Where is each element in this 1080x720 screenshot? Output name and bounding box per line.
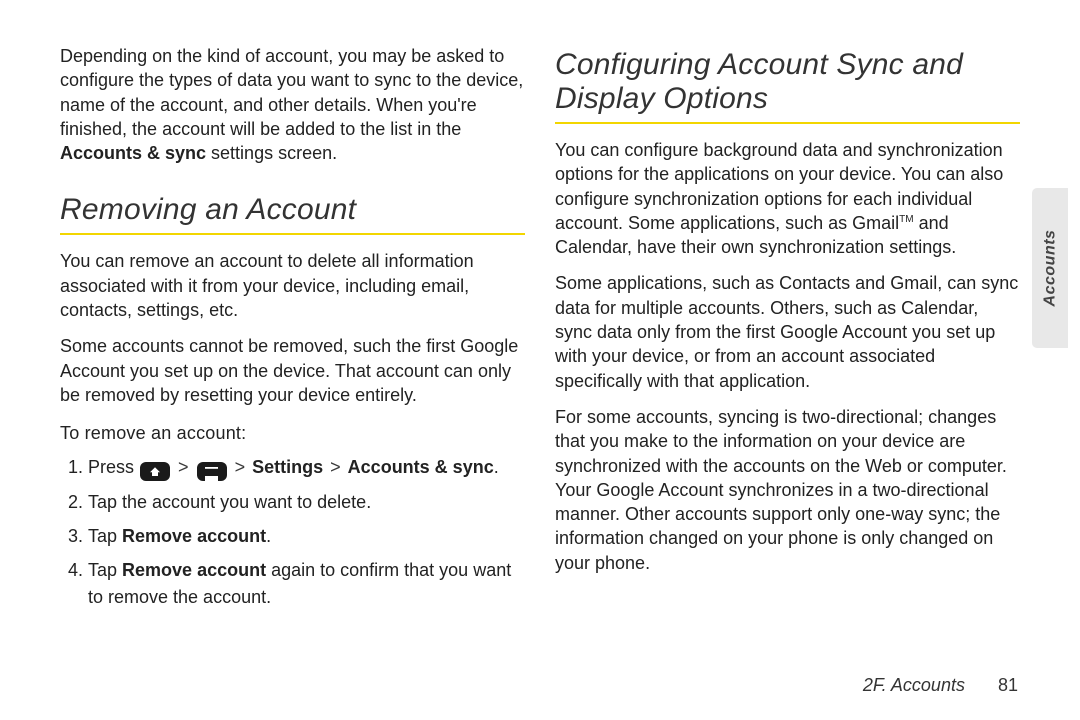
home-key-icon [140, 462, 170, 481]
step3-bold: Remove account [122, 526, 266, 546]
step-2: Tap the account you want to delete. [88, 489, 525, 515]
intro-pre: Depending on the kind of account, you ma… [60, 46, 523, 139]
left-column: Depending on the kind of account, you ma… [60, 44, 525, 618]
step4-bold: Remove account [122, 560, 266, 580]
steps-list: Press > > Settings > Accounts & sync. Ta… [66, 454, 525, 609]
trademark-icon: TM [899, 214, 913, 225]
left-p2: Some accounts cannot be removed, such th… [60, 334, 525, 407]
right-p3: For some accounts, syncing is two-direct… [555, 405, 1020, 575]
right-p2: Some applications, such as Contacts and … [555, 271, 1020, 392]
step1-settings: Settings [252, 457, 323, 477]
step1-accounts: Accounts & sync [348, 457, 494, 477]
step1-pre: Press [88, 457, 139, 477]
left-p1: You can remove an account to delete all … [60, 249, 525, 322]
step4-pre: Tap [88, 560, 122, 580]
step-3: Tap Remove account. [88, 523, 525, 549]
menu-key-icon [197, 462, 227, 481]
step1-period: . [494, 457, 499, 477]
section-side-tab: Accounts [1032, 188, 1068, 348]
manual-page: Accounts Depending on the kind of accoun… [0, 0, 1080, 720]
step3-pre: Tap [88, 526, 122, 546]
heading-rule [555, 122, 1020, 124]
page-number: 81 [998, 675, 1018, 695]
chevron-right-icon: > [178, 454, 189, 480]
heading-configuring-sync: Configuring Account Sync and Display Opt… [555, 48, 1020, 116]
right-column: Configuring Account Sync and Display Opt… [555, 44, 1020, 618]
page-footer: 2F. Accounts 81 [863, 675, 1018, 696]
right-p1: You can configure background data and sy… [555, 138, 1020, 259]
subhead-to-remove: To remove an account: [60, 423, 525, 444]
step3-post: . [266, 526, 271, 546]
two-column-layout: Depending on the kind of account, you ma… [60, 44, 1020, 618]
step-1: Press > > Settings > Accounts & sync. [88, 454, 525, 481]
intro-paragraph: Depending on the kind of account, you ma… [60, 44, 525, 165]
step-4: Tap Remove account again to confirm that… [88, 557, 525, 609]
intro-bold: Accounts & sync [60, 143, 206, 163]
chevron-right-icon: > [330, 454, 341, 480]
side-tab-label: Accounts [1041, 230, 1059, 307]
heading-rule [60, 233, 525, 235]
footer-section: 2F. Accounts [863, 675, 965, 695]
chevron-right-icon: > [235, 454, 246, 480]
intro-post: settings screen. [206, 143, 337, 163]
heading-removing-account: Removing an Account [60, 193, 525, 227]
